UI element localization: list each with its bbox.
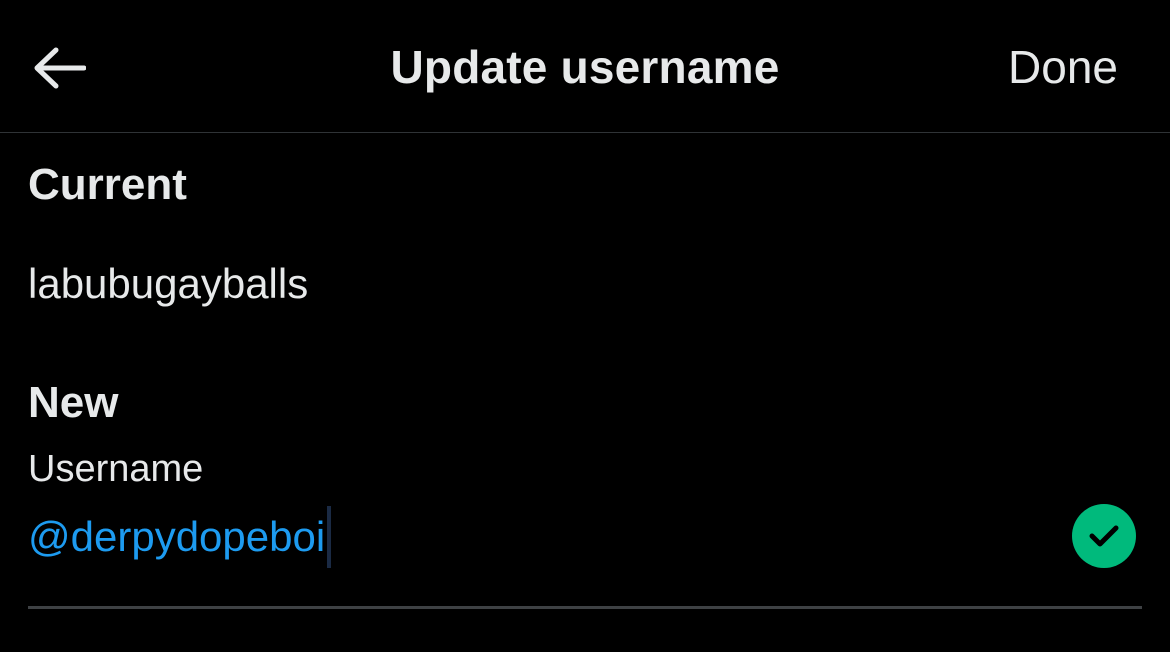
text-caret bbox=[327, 506, 332, 568]
done-button[interactable]: Done bbox=[1008, 40, 1118, 94]
top-bar: Update username Done bbox=[0, 0, 1170, 133]
username-input-value: @derpydopeboi bbox=[28, 513, 326, 560]
check-circle-icon bbox=[1072, 504, 1136, 568]
page-title: Update username bbox=[390, 41, 780, 93]
current-section-label: Current bbox=[28, 160, 187, 209]
username-field[interactable]: Username @derpydopeboi bbox=[28, 448, 1142, 609]
current-username: labubugayballs bbox=[28, 260, 309, 307]
new-section-label: New bbox=[28, 378, 119, 427]
username-input[interactable]: @derpydopeboi bbox=[28, 504, 332, 570]
username-field-label: Username bbox=[28, 448, 204, 490]
